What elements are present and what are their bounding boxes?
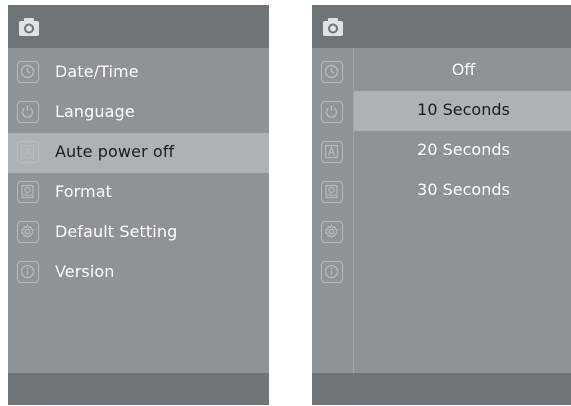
menu-item-auto-power-off[interactable]: Aute power off [8, 133, 269, 173]
sd-card-icon [321, 181, 343, 203]
camera-icon [19, 18, 39, 36]
menu-item-label: Version [55, 262, 115, 281]
letter-a-icon [321, 141, 343, 163]
bottom-bar [8, 373, 269, 405]
settings-screen: Date/Time Language Aute power off Format… [8, 5, 269, 405]
option-20-seconds[interactable]: 20 Seconds [354, 131, 571, 171]
option-label: 10 Seconds [417, 100, 510, 119]
clock-icon [321, 61, 343, 83]
menu-item-label: Aute power off [55, 142, 175, 161]
menu-item-label: Date/Time [55, 62, 139, 81]
bottom-bar [312, 373, 571, 405]
menu-item-label: Format [55, 182, 112, 201]
menu-item-label: Default Setting [55, 222, 178, 241]
gear-icon [321, 221, 343, 243]
option-label: 30 Seconds [417, 180, 510, 199]
menu-item-format[interactable]: Format [8, 173, 269, 213]
menu-item-language[interactable]: Language [8, 93, 269, 133]
option-30-seconds[interactable]: 30 Seconds [354, 171, 571, 211]
menu-item-label: Language [55, 102, 135, 121]
info-icon [17, 261, 39, 283]
sd-card-icon [17, 181, 39, 203]
info-icon [321, 261, 343, 283]
option-10-seconds[interactable]: 10 Seconds [354, 91, 571, 131]
letter-a-icon [17, 141, 39, 163]
power-icon [321, 101, 343, 123]
power-icon [17, 101, 39, 123]
camera-icon [323, 18, 343, 36]
menu-item-date-time[interactable]: Date/Time [8, 53, 269, 93]
title-bar [8, 5, 269, 48]
title-bar [312, 5, 571, 48]
gear-icon [17, 221, 39, 243]
menu-item-version[interactable]: Version [8, 253, 269, 293]
option-label: 20 Seconds [417, 140, 510, 159]
option-off[interactable]: Off [354, 51, 571, 91]
clock-icon [17, 61, 39, 83]
side-icon-column [312, 48, 354, 373]
menu-item-default-setting[interactable]: Default Setting [8, 213, 269, 253]
option-label: Off [451, 60, 476, 79]
auto-power-off-screen: Off 10 Seconds 20 Seconds 30 Seconds [312, 5, 571, 405]
